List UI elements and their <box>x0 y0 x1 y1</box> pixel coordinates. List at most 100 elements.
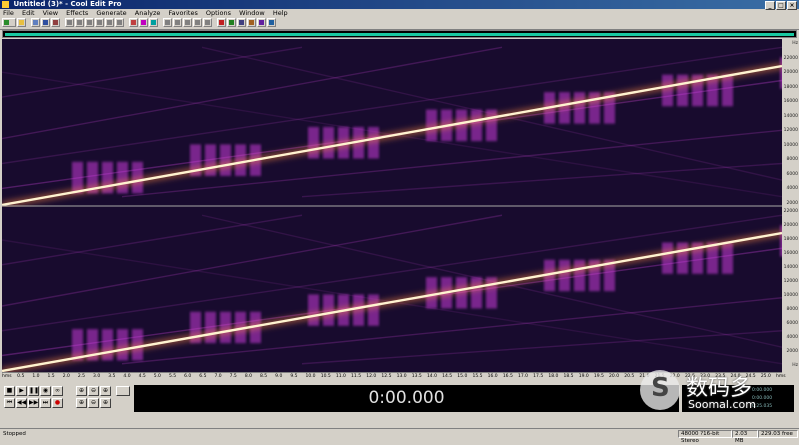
status-state: Stopped <box>3 431 26 437</box>
menu-analyze[interactable]: Analyze <box>135 9 161 17</box>
time-tick: 17.5 <box>533 374 544 379</box>
play-button[interactable]: ▶ <box>16 386 27 396</box>
freq-tick-bottom: 10000 <box>783 293 798 298</box>
stop-button[interactable]: ■ <box>4 386 15 396</box>
loop-button[interactable]: ∞ <box>52 386 63 396</box>
open-icon[interactable] <box>31 18 40 27</box>
zoom-vertical-icon[interactable]: ⊕ <box>100 398 111 408</box>
time-tick: 12.0 <box>366 374 377 379</box>
time-tick: 6.0 <box>184 374 192 379</box>
frequency-ruler: Hz 22000 20000 18000 16000 14000 12000 10000 800… <box>782 39 799 372</box>
time-tick: 11.5 <box>351 374 362 379</box>
copy-icon[interactable] <box>75 18 84 27</box>
time-tick: 15.5 <box>472 374 483 379</box>
analyze-icon[interactable] <box>237 18 246 27</box>
zoom-full-icon[interactable]: ⊕ <box>100 386 111 396</box>
menu-effects[interactable]: Effects <box>66 9 88 17</box>
zoom-in-right-icon[interactable]: ⊖ <box>88 398 99 408</box>
menu-window[interactable]: Window <box>239 9 265 17</box>
level-icon[interactable] <box>227 18 236 27</box>
time-tick: 17.0 <box>518 374 529 379</box>
time-tick: hms <box>2 374 12 379</box>
freq-tick-bottom: 20000 <box>783 223 798 228</box>
time-display: 0:00.000 <box>134 385 679 412</box>
noise-block <box>117 161 128 194</box>
time-tick: 20.0 <box>609 374 620 379</box>
undo-icon[interactable] <box>105 18 114 27</box>
pitch-icon[interactable] <box>247 18 256 27</box>
menu-options[interactable]: Options <box>206 9 231 17</box>
menu-view[interactable]: View <box>43 9 58 17</box>
zoom-in-left-icon[interactable]: ⊕ <box>76 398 87 408</box>
noise-icon[interactable] <box>257 18 266 27</box>
play-list-icon[interactable] <box>173 18 182 27</box>
repeat-icon[interactable] <box>115 18 124 27</box>
level-icon[interactable] <box>116 386 130 396</box>
noise-block <box>574 259 585 292</box>
time-tick: 8.5 <box>260 374 268 379</box>
menu-favorites[interactable]: Favorites <box>168 9 197 17</box>
watermark: S 数码多 Soomal.com <box>640 366 799 418</box>
new-icon[interactable] <box>17 18 26 27</box>
help-icon[interactable] <box>267 18 276 27</box>
go-to-start-button[interactable]: ⏮ <box>4 398 15 408</box>
scroll-icon[interactable] <box>203 18 212 27</box>
record-icon[interactable] <box>217 18 226 27</box>
freq-tick-top: 14000 <box>783 113 798 119</box>
time-tick: 3.5 <box>108 374 116 379</box>
paste-icon[interactable] <box>85 18 94 27</box>
grid-icon[interactable] <box>193 18 202 27</box>
time-tick: 1.5 <box>47 374 55 379</box>
save-icon[interactable] <box>41 18 50 27</box>
time-tick: 16.0 <box>487 374 498 379</box>
play-to-end-button[interactable]: ◉ <box>40 386 51 396</box>
freq-tick-bottom: 22000 <box>783 209 798 214</box>
transport-controls: ■ ▶ ❚❚ ◉ ∞ ⏮ ◀◀ ▶▶ ⏭ ● ⊕ ⊖ ⊕ ⊕ ⊖ ⊕ <box>2 384 132 416</box>
noise-block <box>471 109 482 142</box>
cut-icon[interactable] <box>65 18 74 27</box>
menu-generate[interactable]: Generate <box>96 9 126 17</box>
noise-block <box>574 92 585 124</box>
channel-left <box>2 39 782 209</box>
time-tick: 14.5 <box>442 374 453 379</box>
time-tick: 2.0 <box>62 374 70 379</box>
go-to-end-button[interactable]: ⏭ <box>40 398 51 408</box>
bar-icon[interactable] <box>183 18 192 27</box>
menu-help[interactable]: Help <box>273 9 288 17</box>
fast-forward-button[interactable]: ▶▶ <box>28 398 39 408</box>
freq-tick-bottom: 14000 <box>783 265 798 270</box>
window-title: Untitled (3)* - Cool Edit Pro <box>13 0 122 8</box>
time-tick: 18.0 <box>548 374 559 379</box>
mix-paste-icon[interactable] <box>95 18 104 27</box>
status-bar: Stopped 48000 ?16-bit Stereo 2.03 MB 229… <box>0 428 799 444</box>
status-format: 48000 ?16-bit Stereo <box>678 430 732 444</box>
waveform-overview-bar[interactable] <box>2 30 797 38</box>
freq-tick-bottom: 6000 <box>786 321 798 326</box>
spectral-view[interactable] <box>2 39 782 372</box>
spectral-icon[interactable] <box>139 18 148 27</box>
noise-block <box>662 242 673 274</box>
pause-button[interactable]: ❚❚ <box>28 386 39 396</box>
zoom-out-icon[interactable]: ⊖ <box>88 386 99 396</box>
cue-icon[interactable] <box>129 18 138 27</box>
multitrack-icon[interactable] <box>2 18 16 27</box>
freq-tick-top: 4000 <box>786 186 798 191</box>
menu-edit[interactable]: Edit <box>22 9 35 17</box>
freq-tick-bottom: 16000 <box>783 251 798 256</box>
time-tick: 12.5 <box>381 374 392 379</box>
freq-tick-bottom: 4000 <box>786 335 798 340</box>
menu-file[interactable]: File <box>3 9 14 17</box>
freq-tick-top: 8000 <box>786 157 798 162</box>
time-tick: 7.5 <box>229 374 237 379</box>
waveform-icon[interactable] <box>149 18 158 27</box>
time-tick: 19.0 <box>578 374 589 379</box>
time-tick: 15.0 <box>457 374 468 379</box>
record-button[interactable]: ● <box>52 398 63 408</box>
zoom-in-icon[interactable]: ⊕ <box>76 386 87 396</box>
menu-bar: File Edit View Effects Generate Analyze … <box>0 9 799 17</box>
spectrogram-svg <box>2 39 782 372</box>
rewind-button[interactable]: ◀◀ <box>16 398 27 408</box>
status-size: 2.03 MB <box>732 430 758 444</box>
close-icon[interactable] <box>51 18 60 27</box>
settings-icon[interactable] <box>163 18 172 27</box>
